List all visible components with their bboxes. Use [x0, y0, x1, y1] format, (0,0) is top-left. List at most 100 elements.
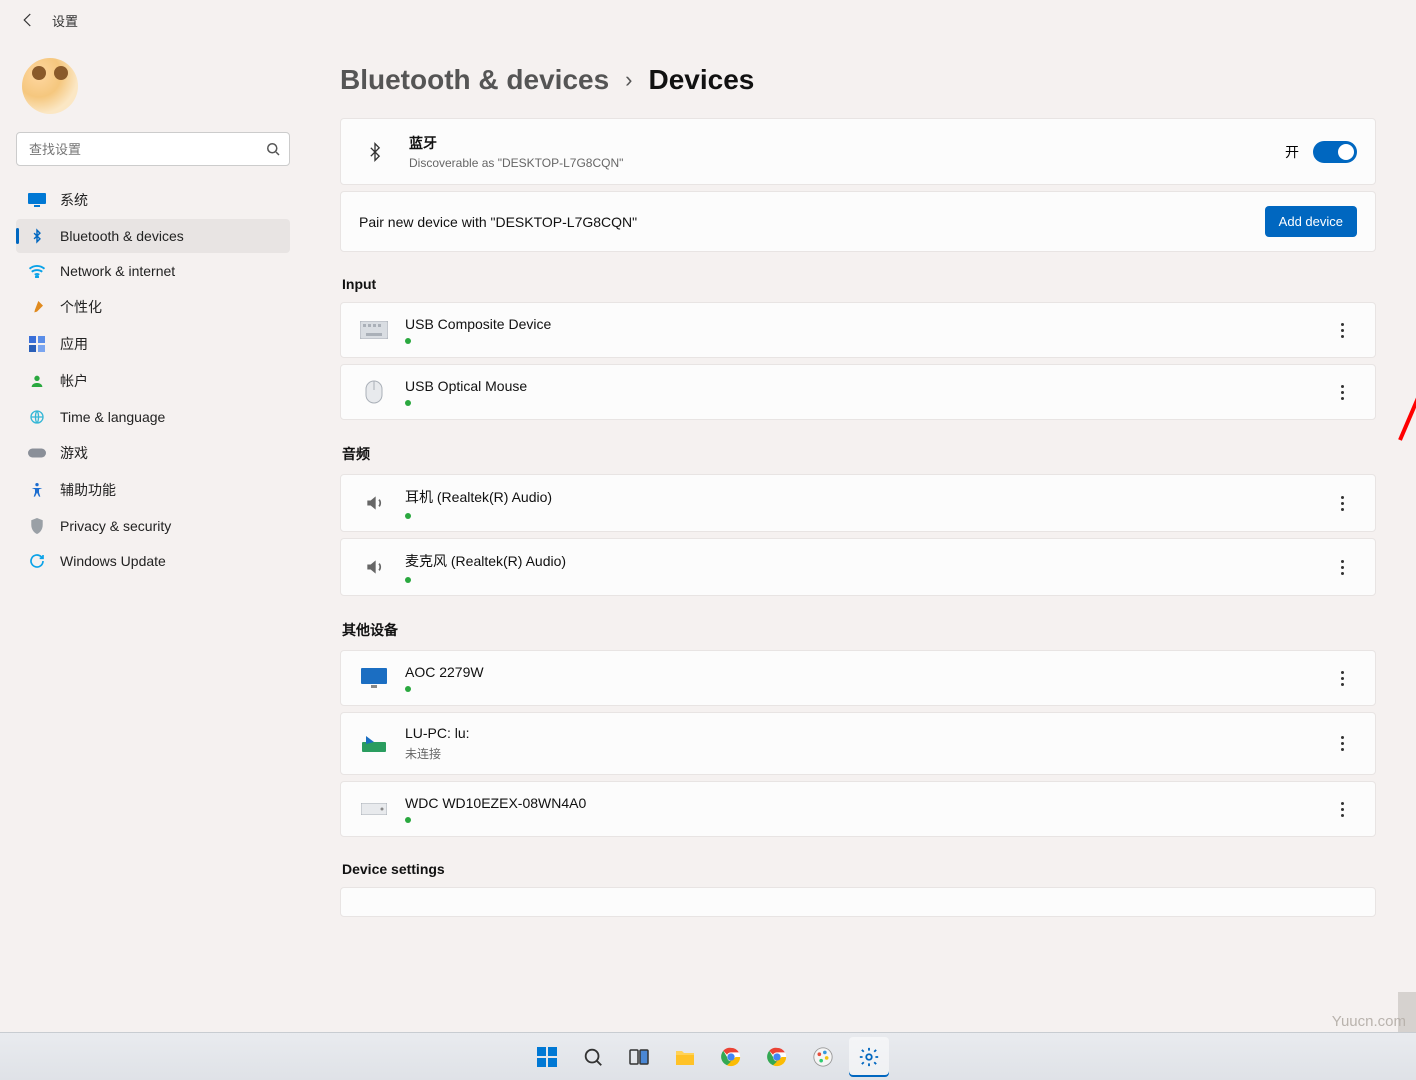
- back-button[interactable]: [14, 6, 42, 34]
- sidebar-item-label: Bluetooth & devices: [60, 228, 184, 244]
- sidebar-item-bluetooth[interactable]: Bluetooth & devices: [16, 219, 290, 253]
- taskbar-taskview[interactable]: [619, 1037, 659, 1077]
- device-name: 麦克风 (Realtek(R) Audio): [405, 551, 566, 571]
- section-audio-title: 音频: [342, 444, 1376, 464]
- speaker-icon: [359, 491, 389, 515]
- taskbar-start[interactable]: [527, 1037, 567, 1077]
- device-more-button[interactable]: [1327, 794, 1357, 824]
- device-settings-card[interactable]: [340, 887, 1376, 917]
- sidebar-item-monitor[interactable]: 系统: [16, 182, 290, 218]
- sidebar-item-gamepad[interactable]: 游戏: [16, 435, 290, 471]
- mouse-icon: [359, 380, 389, 404]
- nav-list: 系统 Bluetooth & devices Network & internet 个…: [12, 182, 294, 578]
- device-name: LU-PC: lu:: [405, 725, 470, 741]
- media-icon: [359, 732, 389, 756]
- sidebar-item-shield[interactable]: Privacy & security: [16, 509, 290, 543]
- section-settings-title: Device settings: [342, 861, 1376, 877]
- device-more-button[interactable]: [1327, 315, 1357, 345]
- sidebar-item-update[interactable]: Windows Update: [16, 544, 290, 578]
- mic-icon: [359, 555, 389, 579]
- device-row[interactable]: 耳机 (Realtek(R) Audio): [340, 474, 1376, 532]
- sidebar-item-label: 帐户: [60, 371, 88, 391]
- device-name: 耳机 (Realtek(R) Audio): [405, 487, 552, 507]
- search-icon: [264, 140, 282, 158]
- sidebar-item-globe[interactable]: Time & language: [16, 400, 290, 434]
- wifi-icon: [28, 262, 46, 280]
- keyboard-icon: [359, 318, 389, 342]
- shield-icon: [28, 517, 46, 535]
- device-row[interactable]: AOC 2279W: [340, 650, 1376, 706]
- sidebar-item-label: 辅助功能: [60, 480, 116, 500]
- taskbar-chrome-2[interactable]: [757, 1037, 797, 1077]
- device-row[interactable]: WDC WD10EZEX-08WN4A0: [340, 781, 1376, 837]
- titlebar: 设置: [0, 0, 1416, 40]
- sidebar-item-label: 游戏: [60, 443, 88, 463]
- window-title: 设置: [52, 11, 78, 30]
- device-more-button[interactable]: [1327, 729, 1357, 759]
- device-row[interactable]: LU-PC: lu: 未连接: [340, 712, 1376, 775]
- sidebar-item-label: 系统: [60, 190, 88, 210]
- taskbar-search[interactable]: [573, 1037, 613, 1077]
- bluetooth-icon: [28, 227, 46, 245]
- device-more-button[interactable]: [1327, 488, 1357, 518]
- status-dot: [405, 513, 411, 519]
- pair-text: Pair new device with "DESKTOP-L7G8CQN": [359, 214, 637, 230]
- sidebar-item-access[interactable]: 辅助功能: [16, 472, 290, 508]
- bluetooth-card: 蓝牙 Discoverable as "DESKTOP-L7G8CQN" 开: [340, 118, 1376, 185]
- globe-icon: [28, 408, 46, 426]
- drive-icon: [359, 797, 389, 821]
- device-row[interactable]: USB Composite Device: [340, 302, 1376, 358]
- sidebar-item-person[interactable]: 帐户: [16, 363, 290, 399]
- device-name: USB Composite Device: [405, 316, 551, 332]
- sidebar: 系统 Bluetooth & devices Network & internet 个…: [0, 40, 300, 1040]
- taskbar-chrome-1[interactable]: [711, 1037, 751, 1077]
- device-more-button[interactable]: [1327, 663, 1357, 693]
- section-other-title: 其他设备: [342, 620, 1376, 640]
- search-input[interactable]: [16, 132, 290, 166]
- sidebar-item-wifi[interactable]: Network & internet: [16, 254, 290, 288]
- sidebar-item-label: Network & internet: [60, 263, 175, 279]
- back-arrow-icon: [19, 11, 37, 29]
- taskbar: [0, 1032, 1416, 1080]
- bluetooth-subtext: Discoverable as "DESKTOP-L7G8CQN": [409, 156, 623, 170]
- section-input-title: Input: [342, 276, 1376, 292]
- add-device-button[interactable]: Add device: [1265, 206, 1357, 237]
- bluetooth-title: 蓝牙: [409, 133, 623, 153]
- status-dot: [405, 686, 411, 692]
- bluetooth-state-label: 开: [1285, 142, 1299, 162]
- taskbar-paint[interactable]: [803, 1037, 843, 1077]
- main-content: Bluetooth & devices › Devices 蓝牙 Discove…: [300, 40, 1416, 1040]
- watermark: Yuucn.com: [1332, 1013, 1406, 1030]
- update-icon: [28, 552, 46, 570]
- bluetooth-toggle[interactable]: [1313, 141, 1357, 163]
- status-dot: [405, 577, 411, 583]
- access-icon: [28, 481, 46, 499]
- breadcrumb-parent[interactable]: Bluetooth & devices: [340, 64, 609, 96]
- status-dot: [405, 400, 411, 406]
- device-sub: 未连接: [405, 745, 470, 762]
- sidebar-item-label: 应用: [60, 334, 88, 354]
- device-row[interactable]: USB Optical Mouse: [340, 364, 1376, 420]
- device-more-button[interactable]: [1327, 552, 1357, 582]
- pair-card: Pair new device with "DESKTOP-L7G8CQN" A…: [340, 191, 1376, 252]
- device-row[interactable]: 麦克风 (Realtek(R) Audio): [340, 538, 1376, 596]
- status-dot: [405, 817, 411, 823]
- taskbar-explorer[interactable]: [665, 1037, 705, 1077]
- sidebar-item-brush[interactable]: 个性化: [16, 289, 290, 325]
- chevron-right-icon: ›: [625, 67, 632, 93]
- avatar: [22, 58, 78, 114]
- device-name: USB Optical Mouse: [405, 378, 527, 394]
- device-more-button[interactable]: [1327, 377, 1357, 407]
- sidebar-item-apps[interactable]: 应用: [16, 326, 290, 362]
- bluetooth-icon: [359, 139, 391, 165]
- breadcrumb-current: Devices: [649, 64, 755, 96]
- brush-icon: [28, 298, 46, 316]
- account-header[interactable]: [12, 52, 294, 132]
- sidebar-item-label: Privacy & security: [60, 518, 171, 534]
- sidebar-item-label: 个性化: [60, 297, 102, 317]
- device-name: AOC 2279W: [405, 664, 484, 680]
- sidebar-item-label: Windows Update: [60, 553, 166, 569]
- taskbar-settings[interactable]: [849, 1037, 889, 1077]
- breadcrumb: Bluetooth & devices › Devices: [340, 64, 1376, 96]
- monitor-icon: [28, 191, 46, 209]
